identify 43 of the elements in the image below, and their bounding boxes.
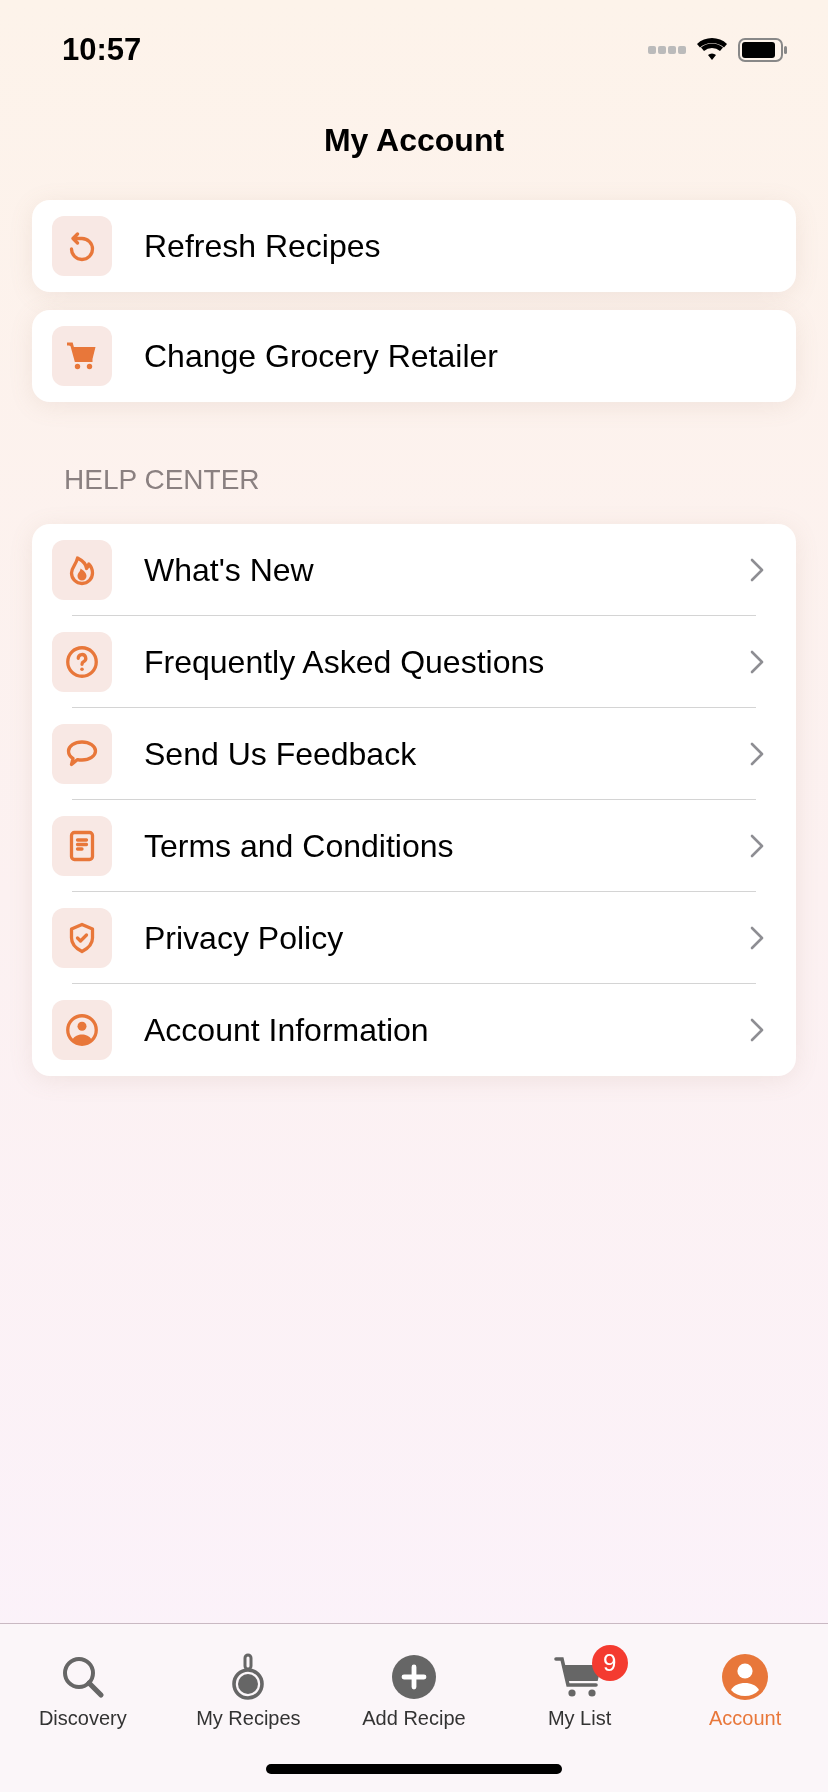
action-row[interactable]: Change Grocery Retailer [32,310,796,402]
chevron-right-icon [750,742,764,766]
plus-circle-icon [390,1653,438,1701]
list-row[interactable]: Account Information [32,984,796,1076]
wifi-icon [696,38,728,62]
row-label: Account Information [144,1011,430,1049]
person-circle-icon [721,1653,770,1701]
row-label: Send Us Feedback [144,735,418,773]
section-heading: HELP CENTER [64,464,261,496]
list-row[interactable]: Frequently Asked Questions [32,616,796,708]
list-row[interactable]: Send Us Feedback [32,708,796,800]
chevron-right-icon [750,558,764,582]
question-icon [64,644,100,680]
tab-label: Add Recipe [362,1707,466,1730]
list-row[interactable]: Terms and Conditions [32,800,796,892]
tab-item[interactable]: 9 My List [496,1624,663,1736]
list-row[interactable]: What's New [32,524,796,616]
page-title: My Account [322,121,506,160]
tab-item[interactable]: Discovery [0,1624,166,1736]
tab-item[interactable]: Add Recipe [331,1624,497,1736]
chevron-right-icon [750,1018,764,1042]
row-label: Privacy Policy [144,919,345,957]
tab-label: Discovery [38,1707,127,1730]
row-label: Refresh Recipes [144,227,382,265]
row-label: Terms and Conditions [144,827,455,865]
chevron-right-icon [750,834,764,858]
tab-item[interactable]: My Recipes [165,1624,332,1736]
battery-icon [738,38,788,62]
count-badge: 9 [591,1645,628,1681]
chevron-right-icon [750,650,764,674]
signal-icon [648,45,686,55]
row-label: Frequently Asked Questions [144,643,546,681]
row-label: Change Grocery Retailer [144,337,499,375]
list-row[interactable]: Privacy Policy [32,892,796,984]
tab-label: My Recipes [196,1707,301,1730]
tab-label: Account [709,1707,782,1730]
person-icon [64,1012,100,1048]
frying-pan-icon [230,1653,267,1701]
status-time: 10:57 [62,32,142,68]
action-row[interactable]: Refresh Recipes [32,200,796,292]
chevron-right-icon [750,926,764,950]
tab-label: My List [547,1707,612,1730]
row-label: What's New [144,551,315,589]
